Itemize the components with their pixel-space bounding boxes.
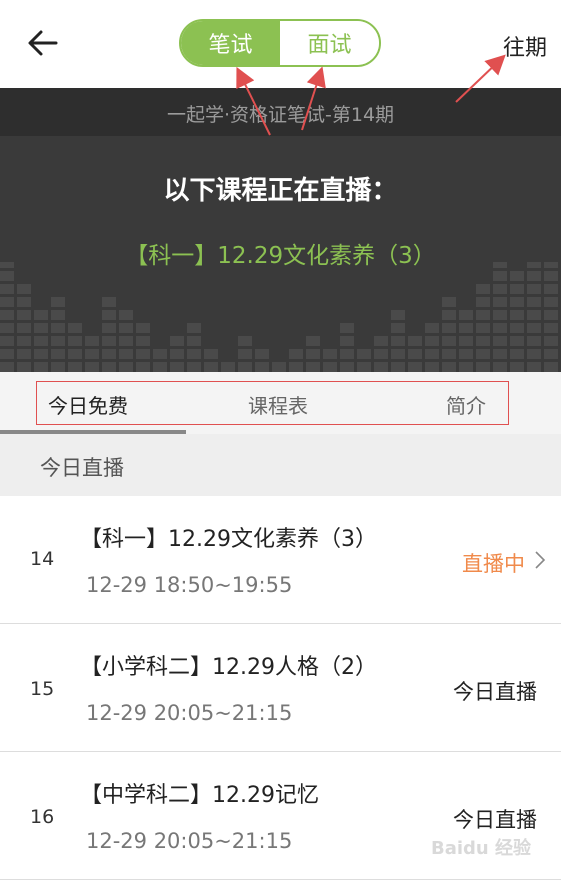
course-title: 【中学科二】12.29记忆 xyxy=(80,783,319,808)
course-number: 15 xyxy=(30,678,55,700)
tab-bar: 今日免费 课程表 简介 xyxy=(0,372,561,434)
tab-intro[interactable]: 简介 xyxy=(446,390,486,419)
course-row[interactable]: 15 【小学科二】12.29人格（2） 12-29 20:05~21:15 今日… xyxy=(0,624,561,752)
status-badge: 今日直播 xyxy=(453,680,537,704)
equalizer-graphic xyxy=(0,262,558,372)
course-time: 12-29 20:05~21:15 xyxy=(86,829,293,853)
live-banner: 一起学·资格证笔试-第14期 以下课程正在直播： 【科一】12.29文化素养（3… xyxy=(0,88,561,372)
course-number: 14 xyxy=(30,548,55,570)
top-bar: 笔试 面试 往期 xyxy=(0,0,561,88)
status-badge: 直播中 xyxy=(462,552,525,576)
tab-interview[interactable]: 面试 xyxy=(280,21,379,65)
arrow-left-icon[interactable] xyxy=(26,26,60,60)
history-link[interactable]: 往期 xyxy=(503,30,547,62)
chevron-right-icon xyxy=(535,551,546,569)
course-row[interactable]: 14 【科一】12.29文化素养（3） 12-29 18:50~19:55 直播… xyxy=(0,496,561,624)
banner-subtitle: 一起学·资格证笔试-第14期 xyxy=(166,104,395,126)
watermark-logo: Baidu 经验 xyxy=(430,838,531,859)
tab-today-free[interactable]: 今日免费 xyxy=(48,390,128,419)
course-row[interactable]: 16 【中学科二】12.29记忆 12-29 20:05~21:15 今日直播 xyxy=(0,752,561,880)
live-heading: 以下课程正在直播： xyxy=(163,176,398,206)
exam-type-toggle: 笔试 面试 xyxy=(179,19,381,67)
status-badge: 今日直播 xyxy=(453,808,537,832)
course-time: 12-29 20:05~21:15 xyxy=(86,701,293,725)
live-course-link[interactable]: 【科一】12.29文化素养（3） xyxy=(0,236,561,270)
course-title: 【科一】12.29文化素养（3） xyxy=(80,527,377,552)
section-header: 今日直播 xyxy=(0,434,561,496)
tab-schedule[interactable]: 课程表 xyxy=(248,390,308,419)
tab-written-exam[interactable]: 笔试 xyxy=(181,21,280,65)
course-number: 16 xyxy=(30,806,55,828)
course-time: 12-29 18:50~19:55 xyxy=(86,573,293,597)
course-title: 【小学科二】12.29人格（2） xyxy=(80,655,377,680)
section-title: 今日直播 xyxy=(40,456,124,480)
